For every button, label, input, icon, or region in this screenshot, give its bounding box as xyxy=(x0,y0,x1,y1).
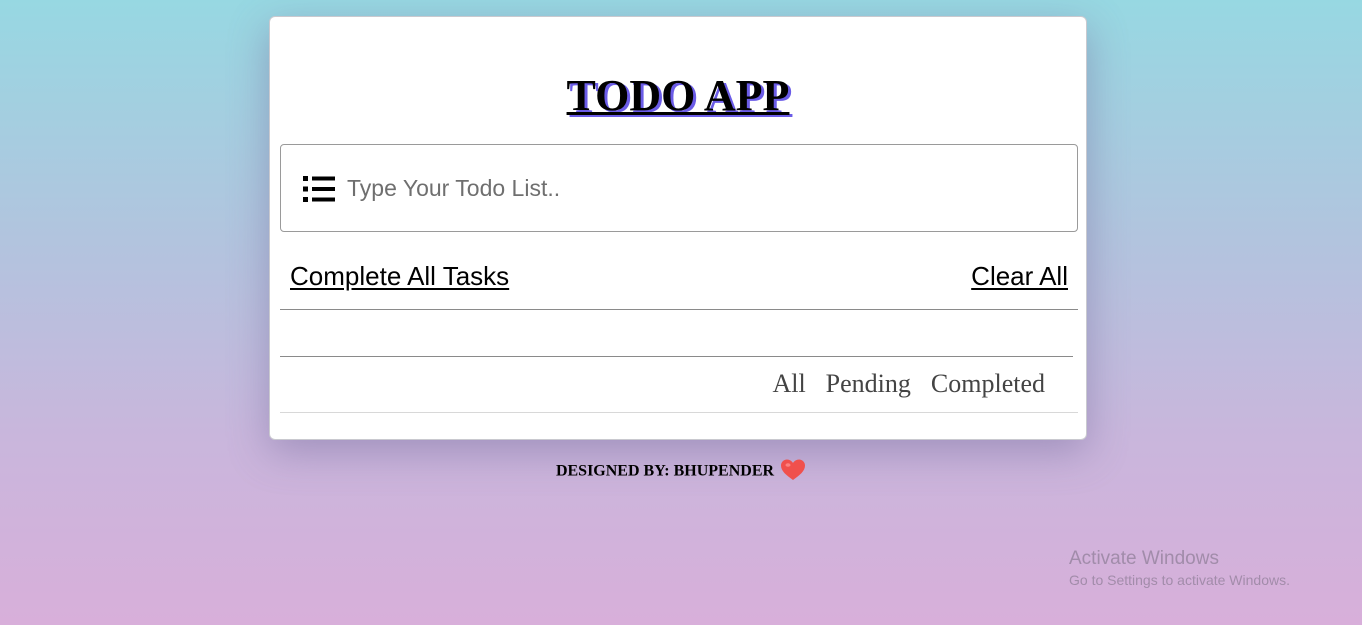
todo-input[interactable] xyxy=(343,167,1051,209)
filter-group: All Pending Completed xyxy=(772,369,1045,399)
todo-input-container[interactable] xyxy=(280,144,1078,232)
windows-activation-watermark: Activate Windows Go to Settings to activ… xyxy=(1069,548,1290,588)
complete-all-button[interactable]: Complete All Tasks xyxy=(290,261,509,292)
bulk-actions-bar: Complete All Tasks Clear All xyxy=(280,257,1078,310)
filter-pending[interactable]: Pending xyxy=(826,369,911,399)
list-icon xyxy=(303,176,335,202)
page-title: TODO APP xyxy=(566,71,790,120)
filter-bar: All Pending Completed xyxy=(280,357,1078,413)
filter-all[interactable]: All xyxy=(772,369,805,399)
filter-completed[interactable]: Completed xyxy=(931,369,1045,399)
watermark-title: Activate Windows xyxy=(1069,548,1219,569)
clear-all-button[interactable]: Clear All xyxy=(971,261,1068,292)
watermark-subtitle: Go to Settings to activate Windows. xyxy=(1069,572,1290,588)
heart-icon xyxy=(781,459,806,480)
footer-text: DESIGNED BY: BHUPENDER xyxy=(555,462,775,480)
footer-credit: DESIGNED BY: BHUPENDER xyxy=(0,459,1362,484)
todo-card: TODO APP Complete All Tasks Clear All Al… xyxy=(269,16,1087,440)
task-list xyxy=(280,310,1073,357)
